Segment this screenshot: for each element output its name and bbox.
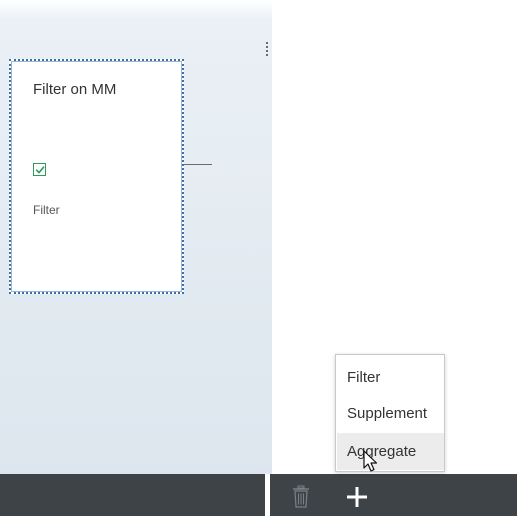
trash-icon	[293, 485, 309, 508]
grip-dot	[266, 46, 268, 48]
delete-button[interactable]	[287, 484, 315, 512]
menu-item-aggregate[interactable]: Aggregate	[337, 433, 444, 470]
plus-icon	[347, 487, 367, 507]
grip-dot	[266, 42, 268, 44]
node-title: Filter on MM	[33, 81, 117, 98]
menu-item-supplement[interactable]: Supplement	[337, 395, 444, 432]
filter-node-card[interactable]: Filter on MM Filter	[9, 59, 184, 294]
splitter-handle[interactable]	[265, 42, 269, 60]
checkmark-icon	[35, 166, 45, 174]
flow-canvas[interactable]: Filter on MM Filter	[0, 0, 272, 474]
grip-dot	[266, 50, 268, 52]
canvas-toolbar	[0, 474, 265, 516]
mouse-pointer-icon	[363, 450, 378, 472]
grip-dot	[266, 54, 268, 56]
add-step-button[interactable]	[343, 483, 371, 511]
node-type-label: Filter	[33, 203, 60, 217]
node-enabled-checkbox[interactable]	[33, 163, 46, 176]
menu-item-filter[interactable]: Filter	[337, 359, 444, 396]
add-step-menu: Filter Supplement Aggregate	[335, 354, 445, 472]
node-connector-line	[184, 164, 212, 165]
